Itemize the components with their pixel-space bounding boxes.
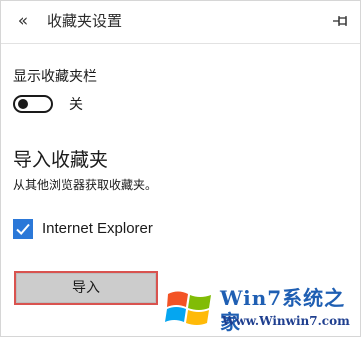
double-chevron-left-icon: « xyxy=(17,11,29,31)
pin-icon xyxy=(333,16,347,26)
pin-button[interactable] xyxy=(330,11,350,31)
show-favorites-bar-label: 显示收藏夹栏 xyxy=(13,69,97,85)
show-favorites-bar-toggle[interactable] xyxy=(13,95,53,113)
import-favorites-heading: 导入收藏夹 xyxy=(13,149,109,171)
toggle-knob xyxy=(18,99,28,109)
import-favorites-description: 从其他浏览器获取收藏夹。 xyxy=(13,178,158,192)
favorites-settings-panel: « 收藏夹设置 显示收藏夹栏 关 导入收藏夹 从其他浏览器获取收藏夹。 Inte… xyxy=(0,0,361,337)
panel-header: « 收藏夹设置 xyxy=(1,1,360,44)
internet-explorer-label[interactable]: Internet Explorer xyxy=(42,219,153,239)
page-title: 收藏夹设置 xyxy=(47,12,123,30)
checkmark-icon xyxy=(16,223,30,235)
toggle-state-label: 关 xyxy=(69,97,83,113)
import-button[interactable]: 导入 xyxy=(14,271,158,305)
internet-explorer-checkbox[interactable] xyxy=(13,219,33,239)
back-button[interactable]: « xyxy=(11,10,35,32)
